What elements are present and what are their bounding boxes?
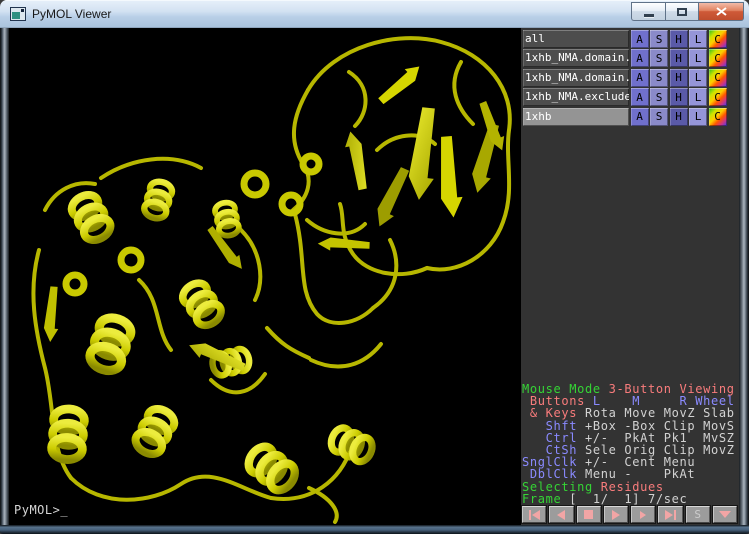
object-name-button[interactable]: all (523, 30, 629, 48)
show-menu-button[interactable]: S (650, 30, 668, 48)
pymol-app-icon[interactable] (10, 7, 26, 21)
color-menu-button[interactable]: C (709, 69, 727, 87)
skip-to-start-button[interactable] (522, 506, 546, 523)
label-menu-button[interactable]: L (689, 108, 707, 126)
action-menu-button[interactable]: A (631, 49, 649, 67)
pymol-viewer-window: PyMOL Viewer (0, 0, 749, 534)
skip-to-end-icon (665, 510, 673, 520)
maximize-button[interactable] (665, 2, 699, 21)
action-menu-button[interactable]: A (631, 108, 649, 126)
hide-menu-button[interactable]: H (670, 88, 688, 106)
close-icon (716, 7, 727, 16)
stop-icon (584, 510, 593, 519)
viewport-3d[interactable]: PyMOL>_ (9, 28, 520, 525)
play-button[interactable] (604, 506, 628, 523)
object-list: all A S H L C 1xhb_NMA.domain. A S H L (521, 30, 739, 126)
object-list-row: 1xhb A S H L C (521, 108, 739, 126)
object-name-button[interactable]: 1xhb_NMA.domain. (523, 69, 629, 87)
sidebar-panel: all A S H L C 1xhb_NMA.domain. A S H L (520, 28, 739, 525)
hide-menu-button[interactable]: H (670, 69, 688, 87)
playback-menu-icon (719, 511, 731, 518)
scene-button-label: S (694, 508, 701, 521)
step-forward-button[interactable] (631, 506, 655, 523)
play-icon (612, 510, 620, 520)
color-menu-button[interactable]: C (709, 108, 727, 126)
show-menu-button[interactable]: S (650, 69, 668, 87)
client-area: PyMOL>_ all A S H L C 1xhb_NMA.domain. (9, 28, 739, 525)
minimize-icon (644, 14, 654, 17)
object-name-button[interactable]: 1xhb_NMA.domain. (523, 49, 629, 67)
playback-menu-button[interactable] (713, 506, 737, 523)
color-menu-button[interactable]: C (709, 88, 727, 106)
label-menu-button[interactable]: L (689, 30, 707, 48)
object-name-button[interactable]: 1xhb (523, 108, 629, 126)
object-list-row: all A S H L C (521, 30, 739, 48)
window-border-right (739, 28, 749, 534)
step-back-button[interactable] (549, 506, 573, 523)
object-name-button[interactable]: 1xhb_NMA.exclude (523, 88, 629, 106)
object-list-row: 1xhb_NMA.domain. A S H L C (521, 69, 739, 87)
titlebar[interactable]: PyMOL Viewer (0, 0, 749, 28)
skip-to-start-icon (529, 510, 531, 520)
hide-menu-button[interactable]: H (670, 49, 688, 67)
object-list-row: 1xhb_NMA.domain. A S H L C (521, 49, 739, 67)
action-menu-button[interactable]: A (631, 88, 649, 106)
playback-controls: S (522, 506, 737, 523)
mouse-settings-panel[interactable]: Mouse Mode 3-Button Viewing Buttons L M … (521, 383, 739, 505)
protein-cartoon (9, 28, 520, 525)
window-controls (631, 2, 744, 21)
object-list-row: 1xhb_NMA.exclude A S H L C (521, 88, 739, 106)
label-menu-button[interactable]: L (689, 88, 707, 106)
window-title: PyMOL Viewer (32, 7, 111, 21)
hide-menu-button[interactable]: H (670, 30, 688, 48)
command-prompt[interactable]: PyMOL>_ (14, 503, 68, 517)
label-menu-button[interactable]: L (689, 69, 707, 87)
label-menu-button[interactable]: L (689, 49, 707, 67)
scene-button[interactable]: S (686, 506, 710, 523)
show-menu-button[interactable]: S (650, 88, 668, 106)
color-menu-button[interactable]: C (709, 30, 727, 48)
step-forward-icon (640, 511, 646, 519)
window-border-bottom (0, 525, 749, 534)
minimize-button[interactable] (631, 2, 665, 21)
stop-button[interactable] (577, 506, 601, 523)
maximize-icon (677, 8, 687, 16)
show-menu-button[interactable]: S (650, 49, 668, 67)
window-border-left (0, 28, 9, 534)
skip-to-end-button[interactable] (658, 506, 682, 523)
action-menu-button[interactable]: A (631, 30, 649, 48)
mouse-panel-line: Frame [ 1/ 1] 7/sec (522, 493, 739, 505)
close-button[interactable] (699, 2, 744, 21)
step-back-icon (557, 510, 565, 520)
color-menu-button[interactable]: C (709, 49, 727, 67)
show-menu-button[interactable]: S (650, 108, 668, 126)
action-menu-button[interactable]: A (631, 69, 649, 87)
sidebar-spacer (521, 126, 739, 383)
hide-menu-button[interactable]: H (670, 108, 688, 126)
